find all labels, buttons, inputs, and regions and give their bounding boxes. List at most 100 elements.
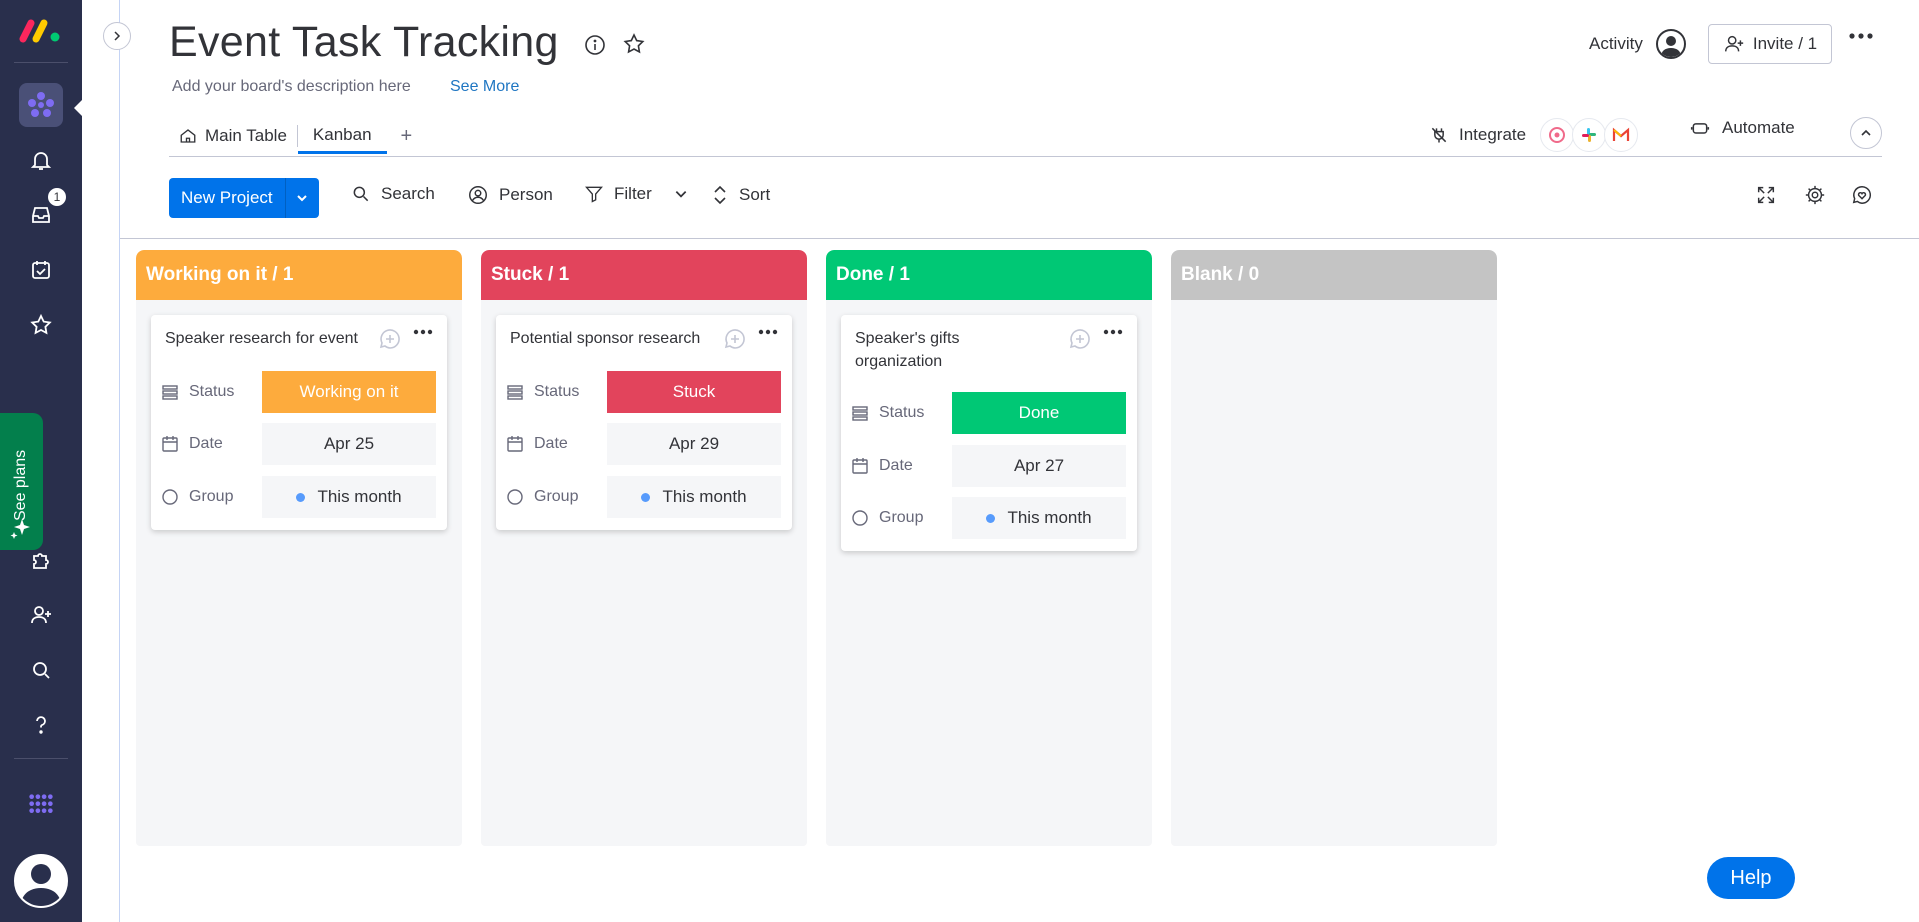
status-label: Status: [879, 404, 925, 421]
collapse-header-button[interactable]: [1850, 117, 1882, 149]
card-menu-icon[interactable]: [1103, 329, 1123, 335]
my-work-icon[interactable]: [27, 256, 55, 284]
search-button[interactable]: Search: [351, 184, 435, 204]
status-column-icon: [162, 385, 178, 400]
activity-button-label[interactable]: Activity: [1589, 34, 1643, 54]
date-row: Date Apr 27: [851, 445, 1127, 487]
tabs-divider: [169, 156, 1882, 157]
see-plans-button[interactable]: See plans: [0, 413, 43, 550]
card-menu-icon[interactable]: [413, 329, 433, 335]
group-color-dot: [296, 492, 306, 502]
group-name: This month: [662, 487, 747, 506]
filter-icon: [585, 186, 603, 203]
chevron-down-icon: [297, 195, 307, 202]
status-field: Status: [851, 404, 951, 422]
date-value[interactable]: Apr 29: [607, 423, 781, 465]
column-header[interactable]: Done / 1: [826, 250, 1152, 300]
group-value[interactable]: This month: [262, 476, 436, 518]
kanban-card[interactable]: Potential sponsor research Status Stuck …: [496, 315, 792, 530]
card-title[interactable]: Speaker's gifts organization: [855, 327, 1025, 373]
column-header[interactable]: Working on it / 1: [136, 250, 462, 300]
sort-button[interactable]: Sort: [711, 184, 770, 206]
home-icon: [180, 129, 196, 143]
tab-kanban[interactable]: Kanban: [297, 118, 387, 154]
apps-puzzle-icon[interactable]: [27, 546, 55, 574]
status-column-icon: [852, 406, 868, 421]
group-circle-icon: [852, 510, 868, 526]
favorites-star-icon[interactable]: [27, 311, 55, 339]
group-label: Group: [189, 488, 234, 505]
invite-members-icon[interactable]: [27, 601, 55, 629]
product-switcher-grid-icon[interactable]: [27, 792, 55, 820]
date-value[interactable]: Apr 27: [952, 445, 1126, 487]
feedback-heart-icon[interactable]: [1851, 184, 1873, 206]
info-icon[interactable]: [584, 34, 606, 56]
add-person-icon: [1724, 35, 1744, 52]
help-button[interactable]: Help: [1707, 857, 1795, 899]
group-value[interactable]: This month: [607, 476, 781, 518]
tab-label: Kanban: [312, 124, 372, 144]
favorite-star-icon[interactable]: [622, 32, 646, 56]
add-update-icon[interactable]: [1068, 327, 1092, 351]
status-label: Status: [534, 383, 580, 400]
date-row: Date Apr 29: [506, 423, 782, 465]
filter-label: Filter: [614, 184, 652, 203]
group-value[interactable]: This month: [952, 497, 1126, 539]
kanban-column: Working on it / 1 Speaker research for e…: [136, 250, 462, 846]
new-project-dropdown[interactable]: [284, 178, 319, 218]
monday-logo-icon[interactable]: [19, 15, 63, 45]
add-update-icon[interactable]: [723, 327, 747, 351]
see-more-link[interactable]: See More: [450, 78, 519, 96]
status-column-icon: [507, 385, 523, 400]
activity-avatar-icon[interactable]: [1656, 29, 1686, 59]
invite-button[interactable]: Invite / 1: [1708, 24, 1832, 64]
sidebar-expand-button[interactable]: [103, 22, 131, 50]
inbox-badge: 1: [47, 187, 67, 207]
new-project-button[interactable]: New Project: [169, 178, 285, 218]
status-value[interactable]: Stuck: [607, 371, 781, 413]
integrate-button[interactable]: Integrate: [1429, 118, 1639, 152]
column-header[interactable]: Stuck / 1: [481, 250, 807, 300]
status-field: Status: [506, 383, 606, 401]
group-row: Group This month: [851, 497, 1127, 539]
kanban-column: Blank / 0: [1171, 250, 1497, 846]
status-row: Status Stuck: [506, 371, 782, 413]
integration-app-icon: [1540, 118, 1575, 152]
work-management-icon[interactable]: [19, 83, 63, 127]
kanban-column: Stuck / 1 Potential sponsor research Sta…: [481, 250, 807, 846]
user-avatar[interactable]: [14, 854, 68, 908]
settings-gear-icon[interactable]: [1804, 184, 1826, 206]
calendar-icon: [852, 458, 868, 474]
card-menu-icon[interactable]: [758, 329, 778, 335]
fullscreen-icon[interactable]: [1755, 184, 1777, 206]
add-view-button[interactable]: +: [387, 118, 427, 154]
date-value[interactable]: Apr 25: [262, 423, 436, 465]
board-description[interactable]: Add your board's description here: [172, 78, 411, 96]
kanban-column: Done / 1 Speaker's gifts organization St…: [826, 250, 1152, 846]
chevron-down-icon[interactable]: [674, 187, 688, 201]
automate-button[interactable]: Automate: [1690, 118, 1795, 138]
status-value[interactable]: Done: [952, 392, 1126, 434]
bell-icon[interactable]: [27, 146, 55, 174]
search-icon[interactable]: [27, 656, 55, 684]
column-header[interactable]: Blank / 0: [1171, 250, 1497, 300]
card-title[interactable]: Potential sponsor research: [510, 327, 715, 350]
tab-main-table[interactable]: Main Table: [169, 118, 297, 154]
person-filter-button[interactable]: Person: [467, 184, 553, 206]
status-value[interactable]: Working on it: [262, 371, 436, 413]
kanban-card[interactable]: Speaker research for event Status Workin…: [151, 315, 447, 530]
add-update-icon[interactable]: [378, 327, 402, 351]
group-row: Group This month: [506, 476, 782, 518]
sidebar-divider: [14, 758, 68, 759]
calendar-icon: [162, 436, 178, 452]
group-row: Group This month: [161, 476, 437, 518]
filter-button[interactable]: Filter: [584, 184, 688, 204]
more-options-icon[interactable]: [1848, 32, 1874, 40]
status-row: Status Working on it: [161, 371, 437, 413]
board-title[interactable]: Event Task Tracking: [169, 18, 559, 67]
kanban-card[interactable]: Speaker's gifts organization Status Done…: [841, 315, 1137, 551]
card-title[interactable]: Speaker research for event: [165, 327, 370, 350]
group-name: This month: [317, 487, 402, 506]
group-name: This month: [1007, 508, 1092, 527]
help-question-icon[interactable]: [27, 711, 55, 739]
